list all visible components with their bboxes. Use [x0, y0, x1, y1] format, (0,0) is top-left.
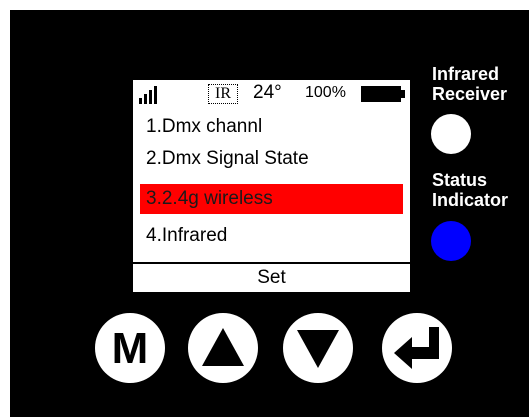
triangle-down-icon — [297, 330, 339, 368]
menu-button[interactable]: M — [95, 313, 165, 383]
status-indicator-label-line2: Indicator — [432, 190, 509, 210]
menu-item-dmx-channel[interactable]: 1.Dmx channl — [140, 112, 403, 142]
status-bar: IR 24° 100% — [133, 80, 410, 108]
temperature-readout: 24° — [253, 82, 282, 103]
status-indicator-label-line1: Status — [432, 170, 488, 190]
infrared-receiver-led — [431, 114, 471, 154]
up-button[interactable] — [188, 313, 258, 383]
enter-arrow-icon — [394, 327, 439, 369]
infrared-receiver-label-line2: Receiver — [432, 84, 508, 104]
infrared-receiver-label-line1: Infrared — [432, 64, 500, 84]
down-button[interactable] — [283, 313, 353, 383]
menu-item-wireless[interactable]: 3.2.4g wireless — [140, 184, 403, 214]
triangle-up-icon — [202, 328, 244, 366]
ir-status-badge: IR — [208, 84, 238, 104]
signal-strength-icon — [139, 86, 157, 104]
enter-button[interactable] — [382, 313, 452, 383]
battery-percent: 100% — [305, 84, 346, 101]
status-indicator-label: Status Indicator — [432, 170, 508, 210]
set-softkey[interactable]: Set — [133, 262, 410, 292]
menu-item-infrared[interactable]: 4.Infrared — [140, 221, 403, 251]
status-indicator-led — [431, 221, 471, 261]
menu-item-dmx-signal-state[interactable]: 2.Dmx Signal State — [140, 144, 403, 174]
lcd-screen: IR 24° 100% 1.Dmx channl 2.Dmx Signal St… — [133, 80, 410, 292]
infrared-receiver-label: Infrared Receiver — [432, 64, 507, 104]
battery-icon — [361, 86, 405, 102]
menu-button-label: M — [111, 324, 149, 373]
